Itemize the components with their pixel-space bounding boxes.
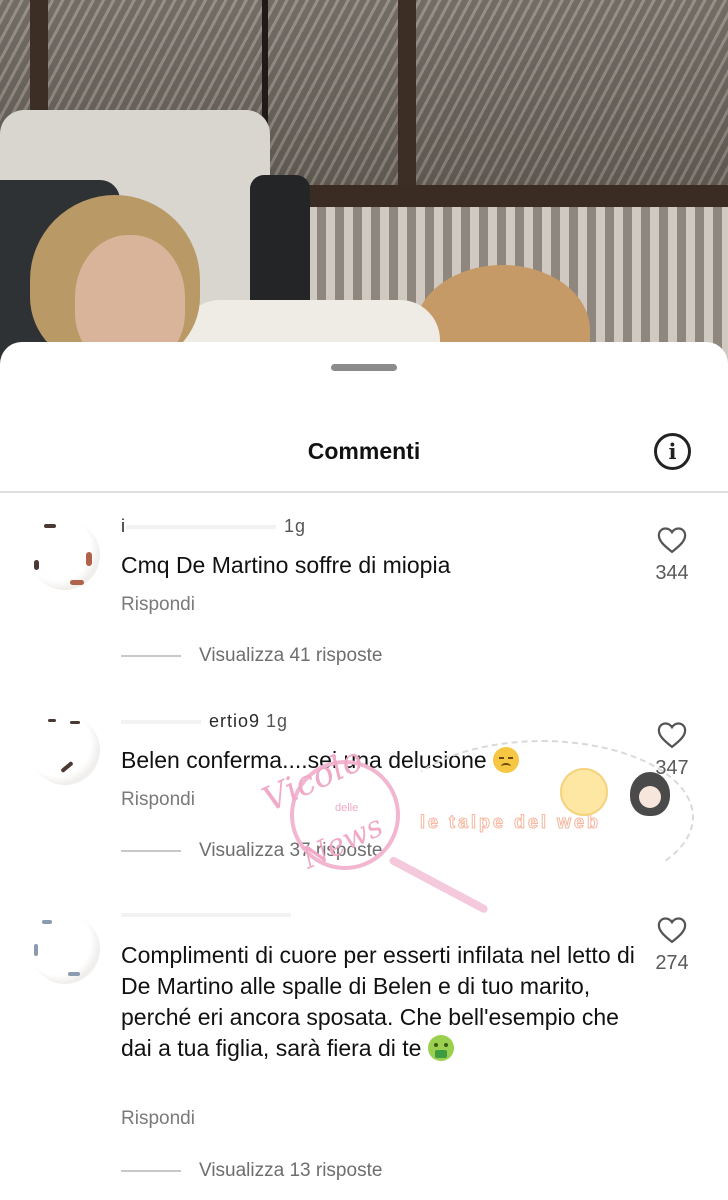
header-divider (0, 491, 728, 493)
heart-icon (657, 527, 687, 554)
view-replies-label: Visualizza 37 risposte (199, 840, 383, 861)
like-count: 344 (655, 562, 689, 584)
comment-username[interactable]: i 1g (121, 516, 306, 537)
avatar[interactable] (30, 914, 100, 984)
comment-text-content: Belen conferma....sei una delusione (121, 747, 487, 773)
view-replies-label: Visualizza 13 risposte (199, 1160, 383, 1181)
disappointed-face-icon (493, 747, 520, 773)
comment-username[interactable]: ertio9 1g (121, 711, 288, 732)
drag-handle[interactable] (331, 364, 397, 371)
reply-button[interactable]: Rispondi (121, 594, 195, 616)
replies-line (121, 1170, 181, 1172)
comment-username[interactable] (121, 904, 299, 925)
reply-button[interactable]: Rispondi (121, 789, 195, 811)
replies-line (121, 850, 181, 852)
comment-text: Belen conferma....sei una delusione (121, 745, 636, 776)
vomiting-face-icon (427, 1035, 454, 1061)
heart-icon (657, 917, 687, 944)
view-replies-button[interactable]: Visualizza 41 risposte (121, 644, 382, 668)
comment-text-content: Complimenti di cuore per esserti infilat… (121, 942, 635, 1061)
view-replies-button[interactable]: Visualizza 37 risposte (121, 839, 382, 863)
comments-sheet: Commenti i i 1g Cmq De Martino soffre di … (0, 342, 728, 1200)
comment-text: Cmq De Martino soffre di miopia (121, 552, 451, 578)
like-count: 347 (655, 757, 689, 779)
reply-button[interactable]: Rispondi (121, 1108, 195, 1130)
avatar[interactable] (30, 715, 100, 785)
heart-icon (657, 722, 687, 749)
replies-line (121, 655, 181, 657)
view-replies-label: Visualizza 41 risposte (199, 645, 383, 666)
info-icon[interactable]: i (654, 433, 691, 470)
like-button[interactable]: 274 (648, 916, 696, 975)
sheet-title: Commenti (307, 438, 421, 464)
photo-crossbeam (290, 185, 728, 207)
comment-text: Complimenti di cuore per esserti infilat… (121, 940, 636, 1064)
like-count: 274 (655, 952, 689, 974)
avatar[interactable] (30, 520, 100, 590)
view-replies-button[interactable]: Visualizza 13 risposte (121, 1159, 382, 1183)
background-photo (0, 0, 728, 380)
like-button[interactable]: 347 (648, 721, 696, 780)
like-button[interactable]: 344 (648, 526, 696, 585)
